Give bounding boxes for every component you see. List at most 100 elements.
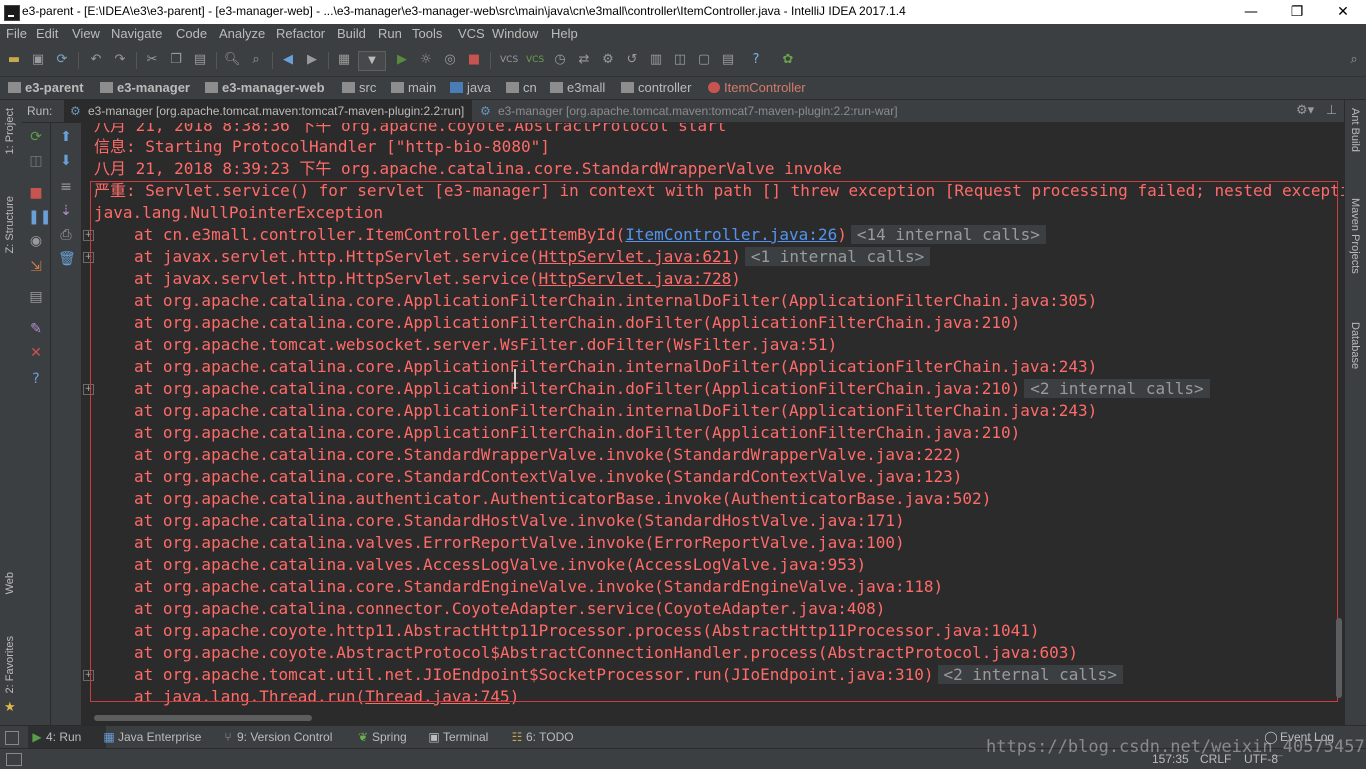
structure-tool-tab[interactable]: Z: Structure [4,196,16,253]
stop-icon[interactable]: ■ [466,52,482,68]
settings-gear-icon[interactable]: ⚙▾ [1296,103,1314,118]
forward-icon[interactable]: ▶ [304,52,320,68]
menu-view[interactable]: View [72,26,100,41]
internal-calls-fold[interactable]: <2 internal calls> [937,665,1123,684]
crumb-main[interactable]: main [391,80,436,95]
clear-all-icon[interactable]: 🗑︎ [58,251,76,267]
tab-todo[interactable]: ☷ 6: TODO [508,726,574,749]
minimize-button[interactable]: — [1228,0,1274,24]
fold-toggle-icon[interactable]: + [83,670,94,681]
web-tool-tab[interactable]: Web [4,572,16,594]
menu-navigate[interactable]: Navigate [111,26,162,41]
fold-toggle-icon[interactable]: + [83,252,94,263]
up-arrow-icon[interactable]: ⬆ [58,129,74,145]
cut-icon[interactable]: ✂ [144,52,160,68]
fold-toggle-icon[interactable]: + [83,230,94,241]
pause-icon[interactable]: ❚❚ [28,209,51,225]
crumb-itemcontroller[interactable]: ItemController [708,80,806,95]
crumb-e3mall[interactable]: e3mall [550,80,605,95]
scroll-to-end-icon[interactable]: ⇣ [58,203,74,219]
plugin-icon[interactable]: ✿ [780,52,796,68]
debug-icon[interactable]: ☼ [418,52,434,68]
tab-spring[interactable]: ❦ Spring [354,726,407,749]
tab-version-control[interactable]: ⑂ 9: Version Control [219,726,332,749]
menu-vcs[interactable]: VCS [458,26,485,41]
tab-terminal[interactable]: ▣ Terminal [425,726,488,749]
menu-window[interactable]: Window [492,26,538,41]
revert-icon[interactable]: ↺ [624,52,640,68]
internal-calls-fold[interactable]: <2 internal calls> [1024,379,1210,398]
crumb-cn[interactable]: cn [506,80,537,95]
history-icon[interactable]: ◷ [552,52,568,68]
tab-run[interactable]: ▶ 4: Run [28,726,106,749]
vcs-update-icon[interactable]: VCS [500,52,518,68]
dump-threads-icon[interactable]: ◉ [28,233,44,249]
pause-output-icon[interactable]: ◫ [28,153,44,169]
tab-java-enterprise[interactable]: ▦ Java Enterprise [100,726,201,749]
ant-build-tab[interactable]: Ant Build [1349,108,1361,152]
crumb-controller[interactable]: controller [621,80,691,95]
crumb-e3-parent[interactable]: e3-parent [8,80,84,95]
source-link[interactable]: HttpServlet.java:621 [539,247,732,266]
run-tab-run-war[interactable]: ⚙ e3-manager [org.apache.tomcat.maven:tom… [474,100,906,122]
undo-icon[interactable]: ↶ [88,52,104,68]
restore-layout-icon[interactable]: ⇲ [28,259,44,275]
stop-process-icon[interactable]: ■ [28,185,44,201]
open-folder-icon[interactable]: ▬ [6,52,22,68]
save-icon[interactable]: ▣ [30,52,46,68]
pin-icon[interactable]: ✎ [28,321,44,337]
find-icon[interactable]: 🔍︎ [224,52,241,68]
source-link[interactable]: ItemController.java:26 [625,225,837,244]
paste-icon[interactable]: ▤ [192,52,208,68]
menu-refactor[interactable]: Refactor [276,26,325,41]
crumb-e3-manager-web[interactable]: e3-manager-web [205,80,325,95]
sql-icon[interactable]: ▤ [720,52,736,68]
project-tool-tab[interactable]: 1: Project [4,108,16,154]
diff-icon[interactable]: ⇄ [576,52,592,68]
vertical-scrollbar[interactable] [1336,618,1342,698]
run-icon[interactable]: ▶ [394,52,410,68]
menu-analyze[interactable]: Analyze [219,26,265,41]
settings-icon[interactable]: ⚙ [600,52,616,68]
close-button[interactable]: ✕ [1320,0,1366,24]
menu-help[interactable]: Help [551,26,578,41]
project-structure-icon[interactable]: ▥ [648,52,664,68]
vcs-commit-icon[interactable]: VCS [526,52,544,68]
menu-run[interactable]: Run [378,26,402,41]
hide-panel-icon[interactable]: ⊥ [1326,103,1337,118]
crumb-java[interactable]: java [450,80,491,95]
maximize-button[interactable]: ❐ [1274,0,1320,24]
search-everywhere-icon[interactable]: ⌕ [1346,52,1362,68]
source-link[interactable]: HttpServlet.java:728 [539,269,732,288]
down-arrow-icon[interactable]: ⬇ [58,153,74,169]
run-config-dropdown[interactable]: ▼ [358,51,386,71]
close-run-icon[interactable]: ✕ [28,345,44,361]
rerun-icon[interactable]: ⟳ [28,129,44,145]
coverage-icon[interactable]: ◎ [442,52,458,68]
build-icon[interactable]: ▦ [336,52,352,68]
copy-icon[interactable]: ❐ [168,52,184,68]
back-icon[interactable]: ◀ [280,52,296,68]
layout-icon[interactable]: ▤ [28,289,44,305]
menu-code[interactable]: Code [176,26,207,41]
crumb-src[interactable]: src [342,80,376,95]
internal-calls-fold[interactable]: <1 internal calls> [744,247,931,266]
maven-projects-tab[interactable]: Maven Projects [1349,198,1361,274]
horizontal-scrollbar[interactable] [94,715,312,721]
source-link[interactable]: Thread.java:745 [365,687,510,706]
sync-icon[interactable]: ⟳ [54,52,70,68]
favorites-tool-tab[interactable]: 2: Favorites [4,636,16,693]
run-tab-run[interactable]: ⚙ e3-manager [org.apache.tomcat.maven:tom… [64,100,473,122]
status-panel-icon[interactable] [6,753,22,766]
replace-icon[interactable]: ⌕ [248,52,264,68]
menu-build[interactable]: Build [337,26,366,41]
toggle-tool-windows-icon[interactable] [5,731,19,745]
database-tab[interactable]: Database [1349,322,1361,369]
print-icon[interactable]: ⎙ [58,227,74,243]
menu-tools[interactable]: Tools [412,26,442,41]
help-run-icon[interactable]: ? [28,371,44,387]
redo-icon[interactable]: ↷ [112,52,128,68]
console-output[interactable]: 八月 21, 2018 8:38:36 下午 org.apache.coyote… [82,123,1344,713]
terminal-icon[interactable]: ▢ [696,52,712,68]
crumb-e3-manager[interactable]: e3-manager [100,80,190,95]
